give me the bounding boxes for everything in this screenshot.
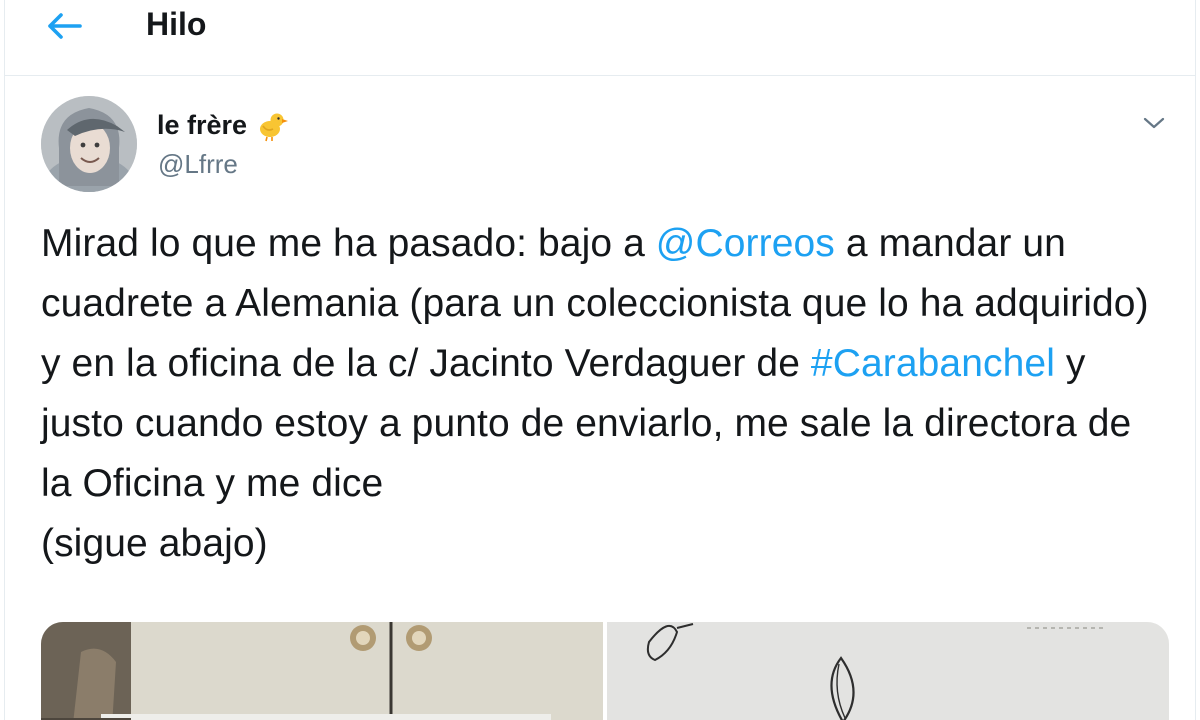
- baby-chick-icon: [260, 113, 289, 142]
- chevron-down-icon: [1143, 117, 1165, 129]
- media-photo-2[interactable]: [607, 622, 1169, 720]
- avatar[interactable]: [41, 96, 137, 192]
- tweet-menu-button[interactable]: [1137, 108, 1171, 138]
- page-title: Hilo: [146, 6, 207, 42]
- thread-header: Hilo: [5, 0, 1195, 76]
- tweet-text-part: Mirad lo que me ha pasado: bajo a: [41, 222, 656, 265]
- tweet-media: [41, 622, 1169, 720]
- author-name-text: le frère: [157, 110, 248, 140]
- tweet-author-name[interactable]: le frère: [157, 108, 289, 142]
- tweet-text: Mirad lo que me ha pasado: bajo a @Corre…: [41, 214, 1161, 574]
- media-photo-1[interactable]: [41, 622, 603, 720]
- mention-link[interactable]: @Correos: [656, 222, 835, 265]
- thread-page: Hilo le frère @Lfrre Mirad lo que me ha …: [4, 0, 1196, 720]
- tweet-author-handle[interactable]: @Lfrre: [158, 148, 238, 180]
- arrow-left-icon: [48, 13, 82, 39]
- tweet-text-part: (sigue abajo): [41, 522, 268, 565]
- hashtag-link[interactable]: #Carabanchel: [811, 342, 1055, 385]
- back-button[interactable]: [45, 6, 85, 46]
